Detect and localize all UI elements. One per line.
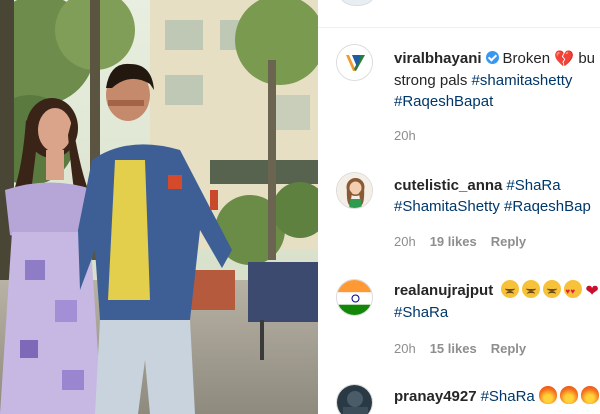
heart-icon: ❤ (585, 283, 599, 300)
comment-username[interactable]: cutelistic_anna (394, 177, 502, 194)
fire-icon (559, 386, 578, 404)
sad-face-icon (522, 280, 541, 298)
comment-meta: 20h 19 likes Reply (394, 234, 540, 249)
hashtag-link[interactable]: #ShaRa (481, 388, 535, 405)
verified-badge-icon (485, 51, 499, 64)
comment-time[interactable]: 20h (394, 234, 416, 249)
heart-eyes-face-icon (564, 280, 583, 302)
broken-heart-icon: 💔 (554, 51, 575, 68)
fire-icon (538, 386, 557, 404)
sad-face-icon (543, 280, 562, 298)
post-photo (0, 0, 318, 414)
cartoon-girl-avatar-icon (337, 173, 372, 208)
user-photo-icon (337, 385, 372, 414)
avatar-viralbhayani[interactable] (336, 44, 373, 81)
avatar-pranay4927[interactable] (336, 384, 373, 414)
comments-panel: viralbhayani Broken 💔 bu strong pals #sha… (318, 0, 600, 414)
sad-face-icon (501, 280, 520, 298)
comment-time[interactable]: 20h (394, 341, 416, 356)
likes-count[interactable]: 15 likes (430, 341, 477, 356)
comment-text: pranay4927 #ShaRa (394, 386, 600, 407)
comment-username[interactable]: viralbhayani (394, 50, 482, 67)
hashtag-link[interactable]: #ShaRa (506, 177, 560, 194)
reply-button[interactable]: Reply (491, 234, 526, 249)
comment-username[interactable]: realanujrajput (394, 282, 493, 299)
hashtag-link[interactable]: #ShaRa (394, 304, 448, 321)
hashtag-link[interactable]: #shamitashetty (472, 72, 573, 89)
comment-text: viralbhayani Broken 💔 bu strong pals #sha… (394, 50, 596, 110)
comment-meta: 20h 15 likes Reply (394, 341, 540, 356)
hashtag-link[interactable]: #RaqeshBapat (394, 93, 493, 110)
comment-meta: 20h (394, 128, 430, 143)
comment-text: realanujrajput ❤ #ShaRa (394, 280, 600, 323)
likes-count[interactable]: 19 likes (430, 234, 477, 249)
comment-username[interactable]: pranay4927 (394, 388, 477, 405)
hashtag-link[interactable]: #ShamitaShetty #RaqeshBap (394, 198, 591, 215)
avatar-realanujrajput[interactable] (336, 279, 373, 316)
comment-time[interactable]: 20h (394, 128, 416, 143)
viral-logo-icon (337, 45, 372, 80)
panel-top-divider (318, 0, 600, 28)
previous-comment-avatar[interactable] (340, 0, 374, 6)
india-flag-icon (337, 280, 372, 315)
comment-text: cutelistic_anna #ShaRa #ShamitaShetty #Ra… (394, 175, 600, 217)
avatar-cutelistic-anna[interactable] (336, 172, 373, 209)
fire-icon (580, 386, 599, 404)
reply-button[interactable]: Reply (491, 341, 526, 356)
